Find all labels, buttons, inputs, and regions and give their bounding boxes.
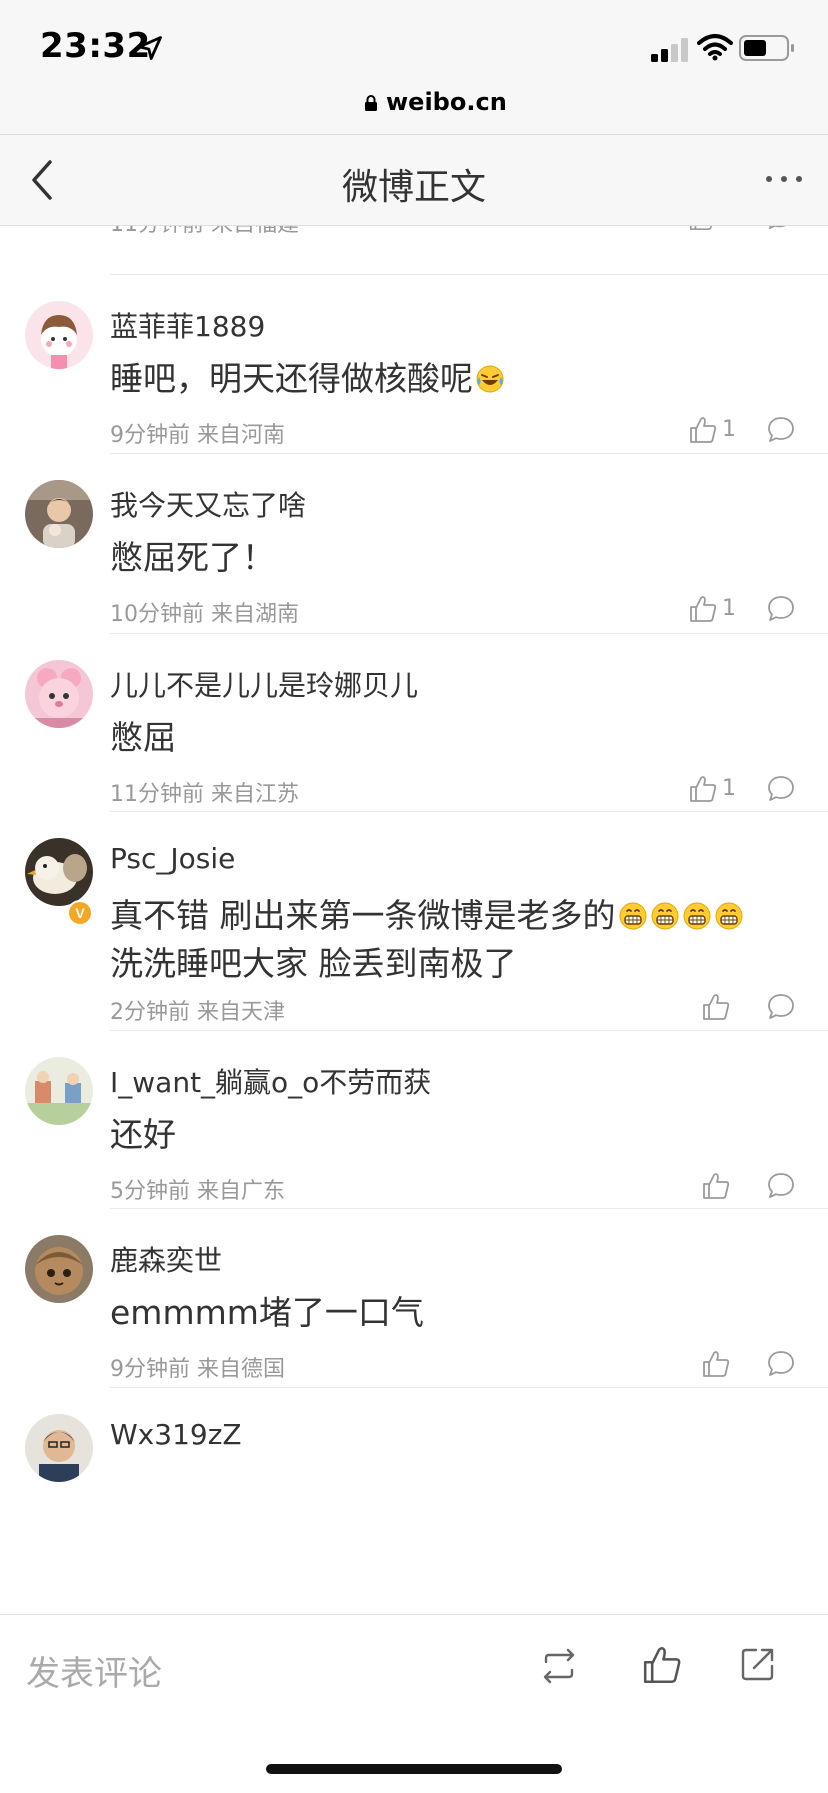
comment-bubble-icon[interactable] xyxy=(766,992,796,1022)
more-dots-icon[interactable] xyxy=(764,172,804,186)
comment-bubble-icon[interactable] xyxy=(766,415,796,445)
comment-text: 憋屈 xyxy=(110,718,176,757)
comment-username[interactable]: Wx319zZ xyxy=(110,1418,242,1451)
laughing-crying-emoji xyxy=(476,365,504,393)
comment-item: Wx319zZ xyxy=(0,1388,828,1613)
thumbs-up-icon[interactable] xyxy=(641,1644,683,1686)
comment-item: I_want_躺赢o_o不劳而获 还好 5分钟前 来自广东 xyxy=(0,1031,828,1208)
avatar[interactable] xyxy=(25,480,93,548)
comment-text: 还好 xyxy=(110,1115,176,1154)
location-arrow-icon xyxy=(138,36,162,60)
status-time: 23:32 xyxy=(40,26,151,66)
wifi-icon xyxy=(697,34,733,61)
comment-text: emmmm堵了一口气 xyxy=(110,1293,424,1332)
thumbs-up-icon[interactable] xyxy=(701,1171,731,1201)
like-count: 1 xyxy=(722,417,736,442)
comment-username[interactable]: Psc_Josie xyxy=(110,842,235,875)
like-count: 1 xyxy=(722,776,736,801)
comment-bubble-icon[interactable] xyxy=(766,226,794,232)
avatar[interactable] xyxy=(25,1414,93,1482)
comment-bubble-icon[interactable] xyxy=(766,1349,796,1379)
comment-meta: 11分钟前 来自福建 xyxy=(110,226,299,238)
comment-text: 真不错 刷出来第一条微博是老多的 洗洗睡吧大家 脸丢到南极了 xyxy=(110,892,790,988)
like-count: 1 xyxy=(722,596,736,621)
cellular-signal-icon xyxy=(651,38,688,62)
browser-url[interactable]: weibo.cn xyxy=(386,88,507,116)
thumbs-up-icon[interactable] xyxy=(701,1349,731,1379)
comment-username[interactable]: 蓝菲菲1889 xyxy=(110,305,265,345)
comment-item: 我今天又忘了啥 憋屈死了！ 10分钟前 来自湖南 1 xyxy=(0,454,828,633)
lock-icon xyxy=(365,95,377,111)
avatar[interactable] xyxy=(25,660,93,728)
comment-meta: 9分钟前 来自河南 xyxy=(110,423,285,448)
comment-username[interactable]: I_want_躺赢o_o不劳而获 xyxy=(110,1061,431,1101)
avatar[interactable] xyxy=(25,1057,93,1125)
thumbs-up-icon[interactable] xyxy=(701,992,731,1022)
comment-text: 憋屈死了！ xyxy=(110,538,275,577)
comment-bubble-icon[interactable] xyxy=(766,1171,796,1201)
grinning-emoji xyxy=(651,902,678,930)
comment-bubble-icon[interactable] xyxy=(766,594,796,624)
grinning-emoji xyxy=(683,902,710,930)
thumbs-up-icon[interactable] xyxy=(688,774,718,804)
verified-badge: V xyxy=(67,900,93,926)
repost-icon[interactable] xyxy=(538,1646,580,1686)
avatar[interactable] xyxy=(25,301,93,369)
comment-item: 鹿森奕世 emmmm堵了一口气 9分钟前 来自德国 xyxy=(0,1209,828,1387)
grinning-emoji xyxy=(619,902,646,930)
comment-meta: 11分钟前 来自江苏 xyxy=(110,782,299,807)
comment-meta: 2分钟前 来自天津 xyxy=(110,1000,285,1025)
share-icon[interactable] xyxy=(738,1644,778,1684)
comment-list[interactable]: 11分钟前 来自福建 2 蓝菲菲1889 睡吧，明天还得做核酸呢 9分钟前 来自… xyxy=(0,226,828,1613)
battery-icon xyxy=(739,35,794,61)
comment-meta: 10分钟前 来自湖南 xyxy=(110,602,299,627)
thumbs-up-icon[interactable] xyxy=(688,594,718,624)
comment-username[interactable]: 鹿森奕世 xyxy=(110,1239,222,1279)
avatar[interactable] xyxy=(25,1235,93,1303)
comment-input[interactable]: 发表评论 xyxy=(26,1646,162,1695)
comment-item: 儿儿不是儿儿是玲娜贝儿 憋屈 11分钟前 来自江苏 1 xyxy=(0,634,828,811)
list-item: 11分钟前 来自福建 2 xyxy=(0,226,828,276)
page-title: 微博正文 xyxy=(341,167,486,208)
home-indicator[interactable] xyxy=(266,1764,562,1774)
comment-text: 睡吧，明天还得做核酸呢 xyxy=(110,355,790,403)
comment-item: 蓝菲菲1889 睡吧，明天还得做核酸呢 9分钟前 来自河南 1 xyxy=(0,275,828,453)
avatar[interactable] xyxy=(25,838,93,906)
comment-meta: 5分钟前 来自广东 xyxy=(110,1179,285,1204)
grinning-emoji xyxy=(715,902,742,930)
thumbs-up-icon[interactable] xyxy=(688,415,718,445)
like-count: 2 xyxy=(722,226,736,231)
comment-username[interactable]: 我今天又忘了啥 xyxy=(110,484,306,524)
comment-item: V Psc_Josie 真不错 刷出来第一条微博是老多的 洗洗睡吧大家 脸丢到南极… xyxy=(0,812,828,1030)
thumbs-up-icon[interactable] xyxy=(688,226,716,232)
comment-username[interactable]: 儿儿不是儿儿是玲娜贝儿 xyxy=(110,664,418,704)
comment-meta: 9分钟前 来自德国 xyxy=(110,1357,285,1382)
comment-bubble-icon[interactable] xyxy=(766,774,796,804)
